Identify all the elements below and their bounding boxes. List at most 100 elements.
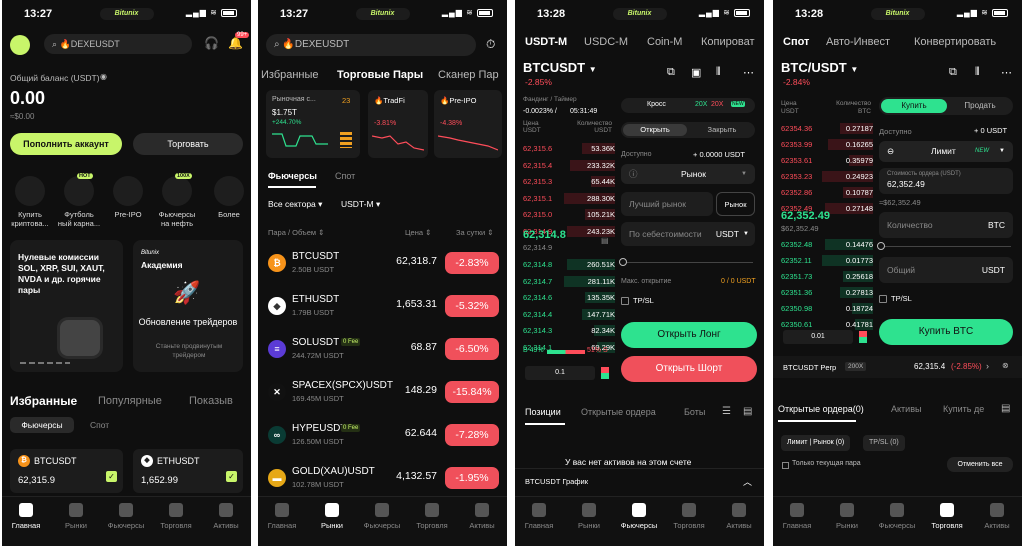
bid-row[interactable]: 62352.48 0.14476 — [781, 238, 873, 251]
ask-row[interactable]: 62354.36 0.27187 — [781, 122, 873, 135]
timer-icon[interactable]: ⏱ — [486, 37, 495, 52]
candle-icon[interactable]: ⫴ — [975, 66, 980, 79]
tab-positions[interactable]: Позиции — [525, 407, 561, 417]
buy-tab[interactable]: Купить — [881, 99, 947, 113]
tpsl-checkbox[interactable] — [621, 297, 629, 305]
bid-row[interactable]: 62,314.8 260.51K — [523, 258, 615, 271]
tab-trading-pairs[interactable]: Торговые Пары — [337, 69, 423, 81]
more-icon[interactable]: ⋯ — [743, 66, 754, 79]
bell-icon[interactable]: 🔔 — [228, 36, 243, 50]
total-input[interactable]: Общий USDT — [879, 257, 1013, 283]
price-input[interactable]: Лучший рынок — [621, 192, 713, 216]
market-cap-card[interactable]: Рыночная с... $1.75T +244.70% 23 — [266, 90, 360, 158]
header-pair[interactable]: Пара / Объем ⇕ — [268, 228, 324, 237]
amount-slider[interactable] — [623, 262, 753, 263]
filter-limit-market[interactable]: Лимит | Рынок (0) — [781, 435, 851, 451]
shortcut-oil[interactable]: 100X Фьючерсы на нефть — [155, 173, 199, 236]
fav-check-icon[interactable]: ✓ — [226, 471, 237, 482]
current-pair-checkbox[interactable] — [782, 462, 789, 469]
close-icon[interactable]: ⊗ — [1002, 361, 1009, 370]
avatar[interactable] — [10, 35, 30, 55]
step-select[interactable]: 0.1 — [525, 366, 595, 380]
market-row[interactable]: ✕ SPACEX(SPCX)USDT 169.45M USDT 148.29 -15.8… — [258, 375, 507, 415]
market-row[interactable]: ₿ BTCUSDT 2.50B USDT 62,318.7 -2.83% — [258, 246, 507, 286]
history-icon[interactable]: ▤ — [743, 406, 752, 417]
change-badge[interactable]: -1.95% — [445, 467, 499, 489]
tab-coin-m[interactable]: Coin-M — [647, 36, 682, 48]
change-badge[interactable]: -6.50% — [445, 338, 499, 360]
open-short-button[interactable]: Открыть Шорт — [621, 356, 757, 382]
minus-icon[interactable]: ⊖ — [887, 146, 894, 156]
bid-row[interactable]: 62351.36 0.27813 — [781, 286, 873, 299]
depth-toggle-icon[interactable] — [859, 331, 867, 343]
market-row[interactable]: ◆ ETHUSDT 1.79B USDT 1,653.31 -5.32% — [258, 289, 507, 329]
cost-unit[interactable]: USDT — [716, 222, 739, 246]
nav-home[interactable]: Главная — [515, 503, 563, 530]
depth-toggle-icon[interactable] — [601, 367, 609, 379]
nav-futures[interactable]: Фьючерсы — [873, 503, 921, 530]
tab-shown[interactable]: Показыв — [189, 395, 233, 407]
eye-icon[interactable]: ◉ — [100, 72, 107, 81]
promo-card-fees[interactable]: Нулевые комиссии SOL, XRP, SUI, XAUT, NV… — [10, 240, 123, 372]
nav-assets[interactable]: Активы — [458, 503, 506, 530]
ask-row[interactable]: 62,315.4 233.32K — [523, 159, 615, 172]
tab-favorites[interactable]: Избранные — [10, 394, 77, 408]
amount-slider[interactable] — [881, 246, 1011, 247]
nav-home[interactable]: Главная — [2, 503, 50, 530]
fav-card-eth[interactable]: ◆ ETHUSDT 1,652.99 ✓ — [133, 449, 243, 493]
order-type-select[interactable]: ⓘ Рынок ▼ — [621, 164, 755, 184]
order-price-input[interactable]: Стоимость ордера (USDT) 62,352.49 — [879, 168, 1013, 194]
subtab-futures[interactable]: Фьючерсы — [10, 417, 74, 433]
sell-tab[interactable]: Продать — [951, 99, 1009, 113]
nav-home[interactable]: Главная — [773, 503, 821, 530]
nav-trade[interactable]: Торговля — [665, 503, 713, 530]
tab-open-orders[interactable]: Открытые ордера(0) — [778, 404, 864, 414]
nav-markets[interactable]: Рынки — [308, 503, 356, 530]
market-row[interactable]: ▬ GOLD(XAU)USDT 102.78M USDT 4,132.57 -1.95% — [258, 461, 507, 501]
tab-convert[interactable]: Конвертировать — [914, 36, 996, 48]
ask-row[interactable]: 62353.99 0.16265 — [781, 138, 873, 151]
more-icon[interactable]: ⋯ — [1001, 66, 1012, 79]
buy-btc-button[interactable]: Купить BTC — [879, 319, 1013, 345]
filter-margin[interactable]: USDT-M ▾ — [341, 199, 380, 210]
change-badge[interactable]: -2.83% — [445, 252, 499, 274]
filter-icon[interactable]: ☰ — [722, 406, 731, 417]
order-type-select[interactable]: ⊖ Лимит NEW ▼ — [879, 141, 1013, 162]
trade-button[interactable]: Торговать — [133, 133, 243, 155]
open-long-button[interactable]: Открыть Лонг — [621, 322, 757, 348]
ask-row[interactable]: 62,315.3 65.44K — [523, 175, 615, 188]
search-input[interactable]: ⌕ 🔥DEXEUSDT — [266, 34, 476, 56]
tab-pair-scanner[interactable]: Сканер Пар — [438, 69, 499, 81]
change-badge[interactable]: -7.28% — [445, 424, 499, 446]
bid-row[interactable]: 62350.98 0.18724 — [781, 302, 873, 315]
slider-thumb[interactable] — [877, 242, 885, 250]
calc-icon[interactable]: ▣ — [691, 66, 701, 79]
nav-assets[interactable]: Активы — [202, 503, 250, 530]
subtab-futures[interactable]: Фьючерсы — [268, 171, 317, 181]
open-tab[interactable]: Открыть — [623, 124, 687, 136]
nav-markets[interactable]: Рынки — [565, 503, 613, 530]
leverage-short[interactable]: 20X — [711, 101, 723, 108]
slider-thumb[interactable] — [619, 258, 627, 266]
bid-row[interactable]: 62,314.3 82.34K — [523, 324, 615, 337]
market-row[interactable]: ∞ HYPEUSDT 0 Fee 126.50M USDT 62.644 -7.28% — [258, 418, 507, 458]
header-change[interactable]: За сутки ⇕ — [456, 228, 494, 237]
bid-row[interactable]: 62,314.6 135.35K — [523, 291, 615, 304]
candle-icon[interactable]: ⫴ — [716, 66, 721, 79]
shortcut-ipo[interactable]: Pre-IPO — [106, 176, 150, 236]
ask-row[interactable]: 62,315.6 53.36K — [523, 142, 615, 155]
market-price-button[interactable]: Рынок — [716, 192, 755, 216]
cross-mode[interactable]: Кросс — [647, 101, 666, 108]
nav-trade[interactable]: Торговля — [408, 503, 456, 530]
nav-trade[interactable]: Торговля — [923, 503, 971, 530]
nav-home[interactable]: Главная — [258, 503, 306, 530]
ask-row[interactable]: 62,315.0 105.21K — [523, 208, 615, 221]
shortcut-trophy[interactable]: HOT Футболь ный карна... — [57, 173, 101, 236]
tab-auto-invest[interactable]: Авто-Инвест — [826, 36, 890, 48]
ask-row[interactable]: 62353.61 0.35979 — [781, 154, 873, 167]
nav-futures[interactable]: Фьючерсы — [102, 503, 150, 530]
pair-title[interactable]: BTCUSDT ▼ — [523, 60, 597, 75]
tradfi-card[interactable]: 🔥TradFi -3.81% — [368, 90, 428, 158]
promo-card-academy[interactable]: Bitunix Академия 🚀 Обновление трейдеров … — [133, 240, 243, 372]
change-badge[interactable]: -15.84% — [445, 381, 499, 403]
